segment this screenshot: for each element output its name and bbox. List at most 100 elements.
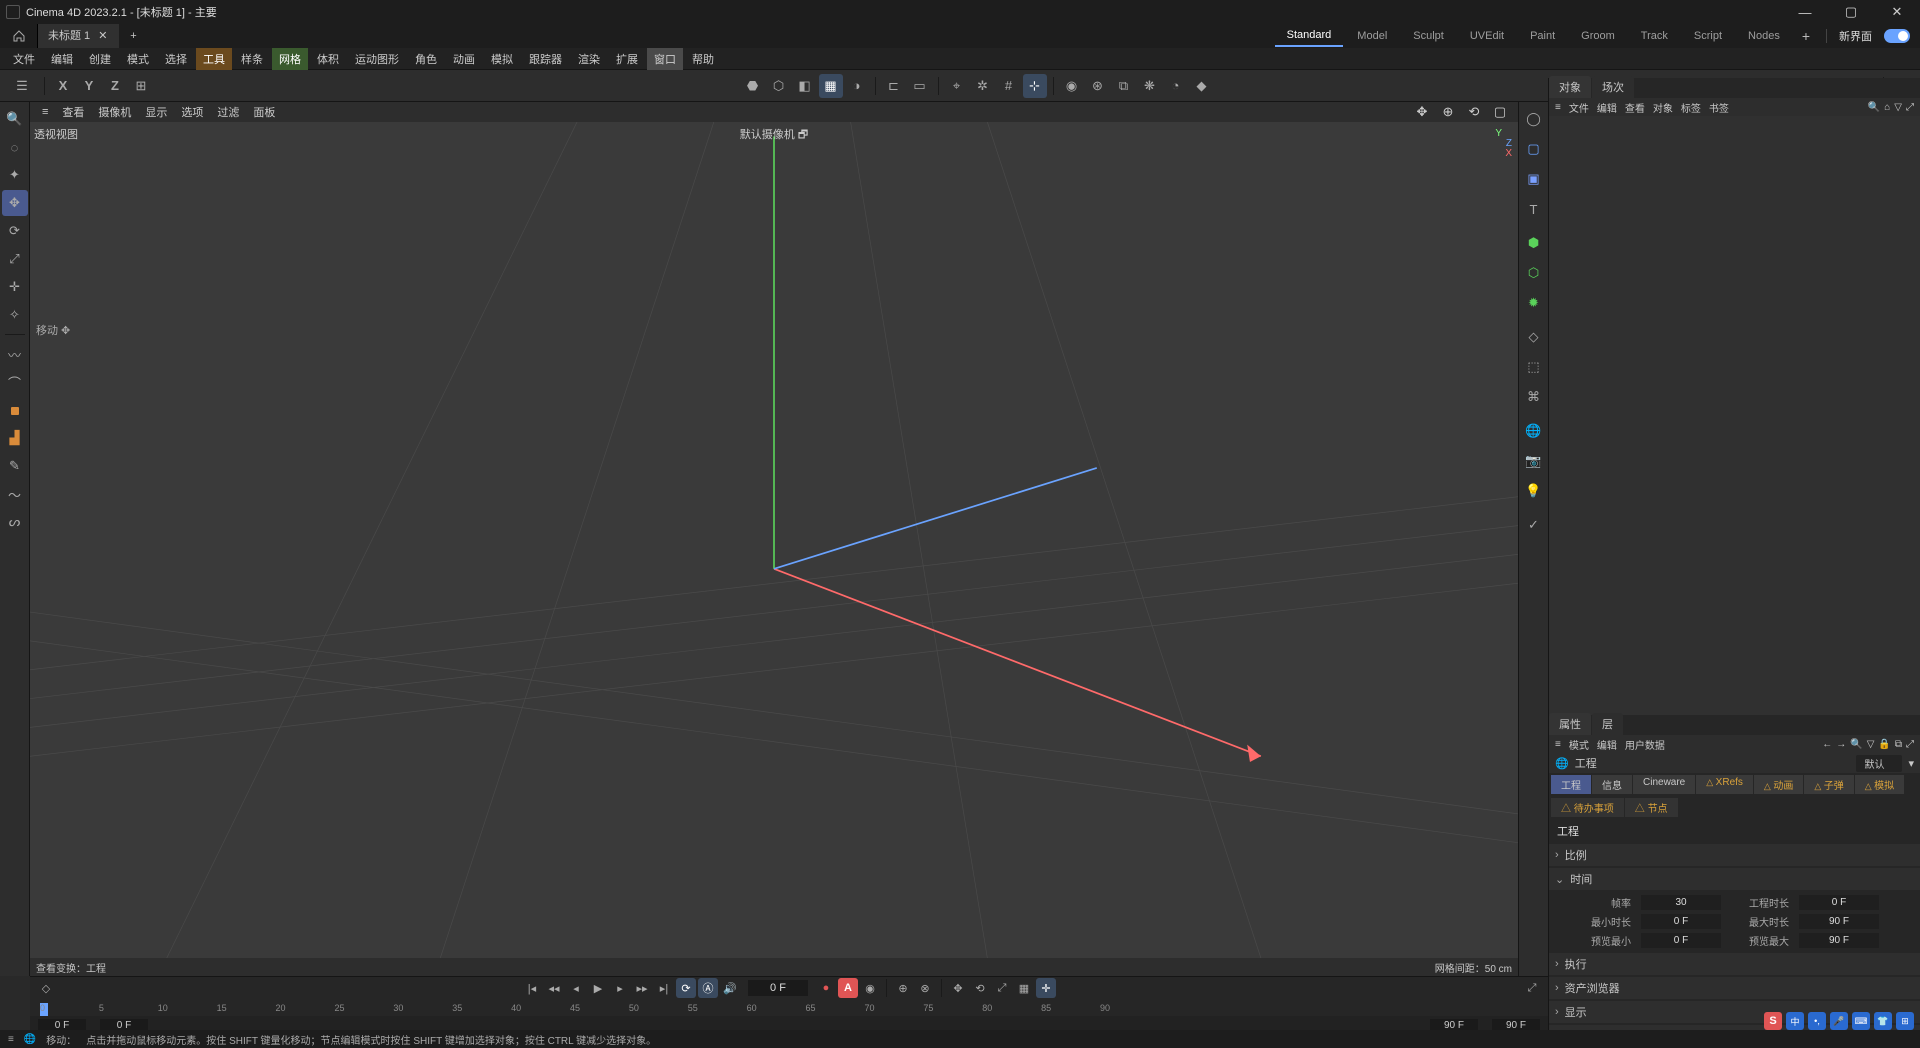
nav-back-icon[interactable]: ← bbox=[1822, 739, 1832, 750]
fps-input[interactable] bbox=[1641, 895, 1721, 910]
spline-arc-tool[interactable]: ⌒ bbox=[2, 369, 28, 395]
filter-icon[interactable]: ▽ bbox=[1867, 739, 1875, 750]
key-rot-button[interactable]: ⊗ bbox=[915, 978, 935, 998]
select-tool-icon[interactable]: ◯ bbox=[1521, 106, 1547, 132]
ime-keyboard-icon[interactable]: ⌨ bbox=[1852, 1012, 1870, 1030]
menu-simulate[interactable]: 模拟 bbox=[484, 48, 520, 70]
menu-window[interactable]: 窗口 bbox=[647, 48, 683, 70]
vp-hamburger-icon[interactable]: ≡ bbox=[36, 104, 54, 120]
viewport-3d[interactable]: 透视视图 默认摄像机 🗗 移动 ✥ Y Z X bbox=[30, 122, 1518, 958]
layout-tab-model[interactable]: Model bbox=[1345, 26, 1399, 46]
layout-tab-script[interactable]: Script bbox=[1682, 26, 1734, 46]
guides-button[interactable]: ⊹ bbox=[1023, 74, 1047, 98]
tab-attributes[interactable]: 属性 bbox=[1549, 713, 1591, 735]
home-tab[interactable] bbox=[0, 24, 38, 48]
key-all-button[interactable]: ▦ bbox=[1014, 978, 1034, 998]
tab-takes[interactable]: 场次 bbox=[1592, 76, 1634, 98]
menu-help[interactable]: 帮助 bbox=[685, 48, 721, 70]
layout-tab-uvedit[interactable]: UVEdit bbox=[1458, 26, 1516, 46]
render-region-button[interactable]: ⬡ bbox=[767, 74, 791, 98]
current-frame-input[interactable]: 0 F bbox=[748, 980, 808, 996]
attr-tab-info[interactable]: 信息 bbox=[1592, 775, 1632, 794]
picture-viewer-button[interactable]: ▦ bbox=[819, 74, 843, 98]
menu-animate[interactable]: 动画 bbox=[446, 48, 482, 70]
collapse-asset[interactable]: 资产浏览器 bbox=[1549, 977, 1920, 999]
check-icon[interactable]: ✓ bbox=[1521, 512, 1547, 538]
coord-system-button[interactable]: ⊞ bbox=[129, 74, 153, 98]
path-tool[interactable]: ᔕ bbox=[2, 509, 28, 535]
layout-tab-sculpt[interactable]: Sculpt bbox=[1401, 26, 1456, 46]
obj-menu-bookmarks[interactable]: 书签 bbox=[1709, 100, 1729, 115]
dropdown-arrow-icon[interactable]: ▾ bbox=[1908, 757, 1914, 770]
attr-menu-edit[interactable]: 编辑 bbox=[1597, 737, 1617, 752]
search-icon[interactable]: 🔍 bbox=[2, 106, 28, 132]
obj-menu-edit[interactable]: 编辑 bbox=[1597, 100, 1617, 115]
globe-icon[interactable]: 🌐 bbox=[24, 1034, 36, 1045]
key-diamond-icon[interactable]: ◇ bbox=[36, 978, 56, 998]
maximize-button[interactable]: ▢ bbox=[1828, 0, 1874, 24]
vp-pan-icon[interactable]: ✥ bbox=[1410, 100, 1434, 124]
minimize-button[interactable]: — bbox=[1782, 0, 1828, 24]
menu-mesh[interactable]: 网格 bbox=[272, 48, 308, 70]
duration-input[interactable] bbox=[1799, 895, 1879, 910]
menu-spline[interactable]: 样条 bbox=[234, 48, 270, 70]
prev-key-button[interactable]: ◂◂ bbox=[544, 978, 564, 998]
record-button[interactable]: ● bbox=[816, 978, 836, 998]
axis-y-toggle[interactable]: Y bbox=[77, 74, 101, 98]
layout-tab-track[interactable]: Track bbox=[1629, 26, 1680, 46]
vp-menu-display[interactable]: 显示 bbox=[139, 102, 173, 122]
key-param-button[interactable]: ⤢ bbox=[992, 978, 1012, 998]
expand-icon[interactable]: ⤢ bbox=[1906, 102, 1914, 113]
hamburger-icon[interactable]: ≡ bbox=[1555, 102, 1561, 113]
search-icon[interactable]: 🔍 bbox=[1868, 102, 1880, 113]
menu-extensions[interactable]: 扩展 bbox=[609, 48, 645, 70]
vp-menu-camera[interactable]: 摄像机 bbox=[92, 102, 137, 122]
menu-select[interactable]: 选择 bbox=[158, 48, 194, 70]
menu-mograph[interactable]: 运动图形 bbox=[348, 48, 406, 70]
workplane-button[interactable]: ▭ bbox=[908, 74, 932, 98]
scene-icon[interactable]: ⌘ bbox=[1521, 384, 1547, 410]
key-pla-button[interactable]: ⟲ bbox=[970, 978, 990, 998]
menu-character[interactable]: 角色 bbox=[408, 48, 444, 70]
attr-sub-todo[interactable]: 待办事项 bbox=[1551, 798, 1624, 817]
text-icon[interactable]: T bbox=[1521, 196, 1547, 222]
cube-primitive-icon[interactable]: ▣ bbox=[1521, 166, 1547, 192]
pmin-input[interactable] bbox=[1641, 933, 1721, 948]
menu-tracker[interactable]: 跟踪器 bbox=[522, 48, 569, 70]
new-window-icon[interactable]: ⧉ bbox=[1895, 739, 1902, 750]
symmetry-settings-button[interactable]: ❋ bbox=[1138, 74, 1162, 98]
menu-tools[interactable]: 工具 bbox=[196, 48, 232, 70]
loop-button[interactable]: ⟳ bbox=[676, 978, 696, 998]
vp-zoom-icon[interactable]: ⊕ bbox=[1436, 100, 1460, 124]
layout-tab-nodes[interactable]: Nodes bbox=[1736, 26, 1792, 46]
add-layout-button[interactable]: + bbox=[1794, 28, 1818, 44]
attr-tab-bullet[interactable]: 子弹 bbox=[1804, 775, 1853, 794]
timeline-expand-icon[interactable]: ⤢ bbox=[1522, 978, 1542, 998]
max-input[interactable] bbox=[1799, 914, 1879, 929]
attr-preset-dropdown[interactable]: 默认 bbox=[1856, 755, 1902, 772]
scale-tool[interactable]: ⤢ bbox=[2, 246, 28, 272]
brush-tool[interactable]: ✎ bbox=[2, 453, 28, 479]
collapse-time[interactable]: 时间 bbox=[1549, 868, 1920, 890]
collapse-exec[interactable]: 执行 bbox=[1549, 953, 1920, 975]
ime-logo-icon[interactable]: S bbox=[1764, 1012, 1782, 1030]
camera-icon[interactable]: 📷 bbox=[1521, 448, 1547, 474]
field-icon[interactable]: ⬚ bbox=[1521, 354, 1547, 380]
hamburger-icon[interactable]: ≡ bbox=[1555, 739, 1561, 750]
close-button[interactable]: ✕ bbox=[1874, 0, 1920, 24]
home-icon[interactable]: ⌂ bbox=[1884, 102, 1890, 113]
nav-fwd-icon[interactable]: → bbox=[1836, 739, 1846, 750]
tab-layers[interactable]: 层 bbox=[1592, 713, 1623, 735]
key-scale-button[interactable]: ✥ bbox=[948, 978, 968, 998]
tab-objects[interactable]: 对象 bbox=[1549, 76, 1591, 98]
quantize-button[interactable]: ✲ bbox=[971, 74, 995, 98]
expand-icon[interactable]: ⤢ bbox=[1906, 739, 1914, 750]
vp-menu-view[interactable]: 查看 bbox=[56, 102, 90, 122]
autokey-mode-button[interactable]: Ⓐ bbox=[698, 978, 718, 998]
sound-button[interactable]: 🔊 bbox=[720, 978, 740, 998]
generator-icon[interactable]: ⬢ bbox=[1521, 230, 1547, 256]
rotate-tool[interactable]: ⟳ bbox=[2, 218, 28, 244]
object-tree[interactable] bbox=[1549, 116, 1920, 715]
pmax-input[interactable] bbox=[1799, 933, 1879, 948]
spline-pen-tool[interactable]: 〰 bbox=[2, 341, 28, 367]
